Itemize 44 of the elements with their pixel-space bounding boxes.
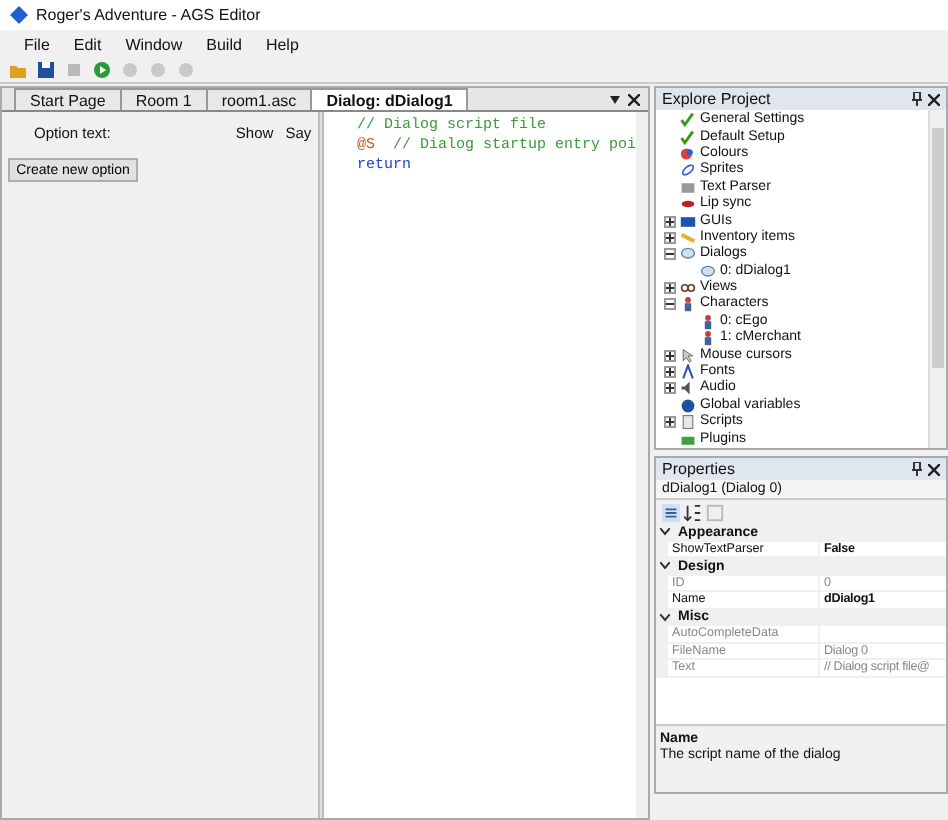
tab[interactable]: Start Page — [14, 88, 122, 110]
panel-title: Properties — [662, 460, 737, 478]
panel-title: Explore Project — [662, 90, 773, 108]
categorized-icon[interactable] — [662, 503, 680, 521]
collapse-toggle[interactable] — [664, 298, 676, 311]
script-icon — [680, 414, 696, 431]
sort-icon[interactable] — [684, 503, 702, 521]
dropdown-icon[interactable] — [610, 95, 620, 103]
scrollbar[interactable] — [928, 110, 946, 448]
collapse-chevron-icon[interactable] — [660, 613, 670, 622]
app-icon — [10, 6, 28, 24]
menu-item[interactable]: Help — [253, 35, 311, 53]
person-icon — [680, 296, 696, 313]
speaker-icon — [680, 380, 696, 397]
glasses-icon — [680, 280, 696, 297]
collapse-chevron-icon[interactable] — [660, 528, 670, 537]
expand-toggle[interactable] — [664, 349, 676, 362]
tab[interactable]: Dialog: dDialog1 — [310, 88, 469, 110]
menu-item[interactable]: Edit — [61, 35, 114, 53]
save-icon[interactable] — [36, 60, 56, 80]
pin-icon[interactable] — [912, 462, 922, 476]
expand-toggle[interactable] — [664, 231, 676, 244]
collapse-toggle[interactable] — [664, 248, 676, 261]
close-icon[interactable] — [928, 93, 940, 105]
tab[interactable]: room1.asc — [205, 88, 313, 110]
expand-toggle[interactable] — [664, 282, 676, 295]
tab[interactable]: Room 1 — [119, 88, 208, 110]
menu-item[interactable]: File — [12, 35, 62, 53]
menu-item[interactable]: Window — [113, 35, 195, 53]
close-icon[interactable] — [928, 463, 940, 475]
cursor-icon — [680, 347, 696, 364]
window-icon — [680, 213, 696, 230]
run-icon[interactable] — [92, 60, 112, 80]
pin-icon[interactable] — [912, 92, 922, 106]
expand-toggle[interactable] — [664, 366, 676, 379]
close-icon[interactable] — [628, 93, 640, 105]
collapse-chevron-icon[interactable] — [660, 562, 670, 571]
expand-toggle[interactable] — [664, 416, 676, 429]
expand-toggle[interactable] — [664, 215, 676, 228]
palette-icon — [680, 145, 696, 162]
menu-item[interactable]: Build — [194, 35, 254, 53]
window-title: Roger's Adventure - AGS Editor — [36, 6, 261, 24]
font-icon — [680, 364, 696, 381]
expand-toggle[interactable] — [664, 382, 676, 395]
